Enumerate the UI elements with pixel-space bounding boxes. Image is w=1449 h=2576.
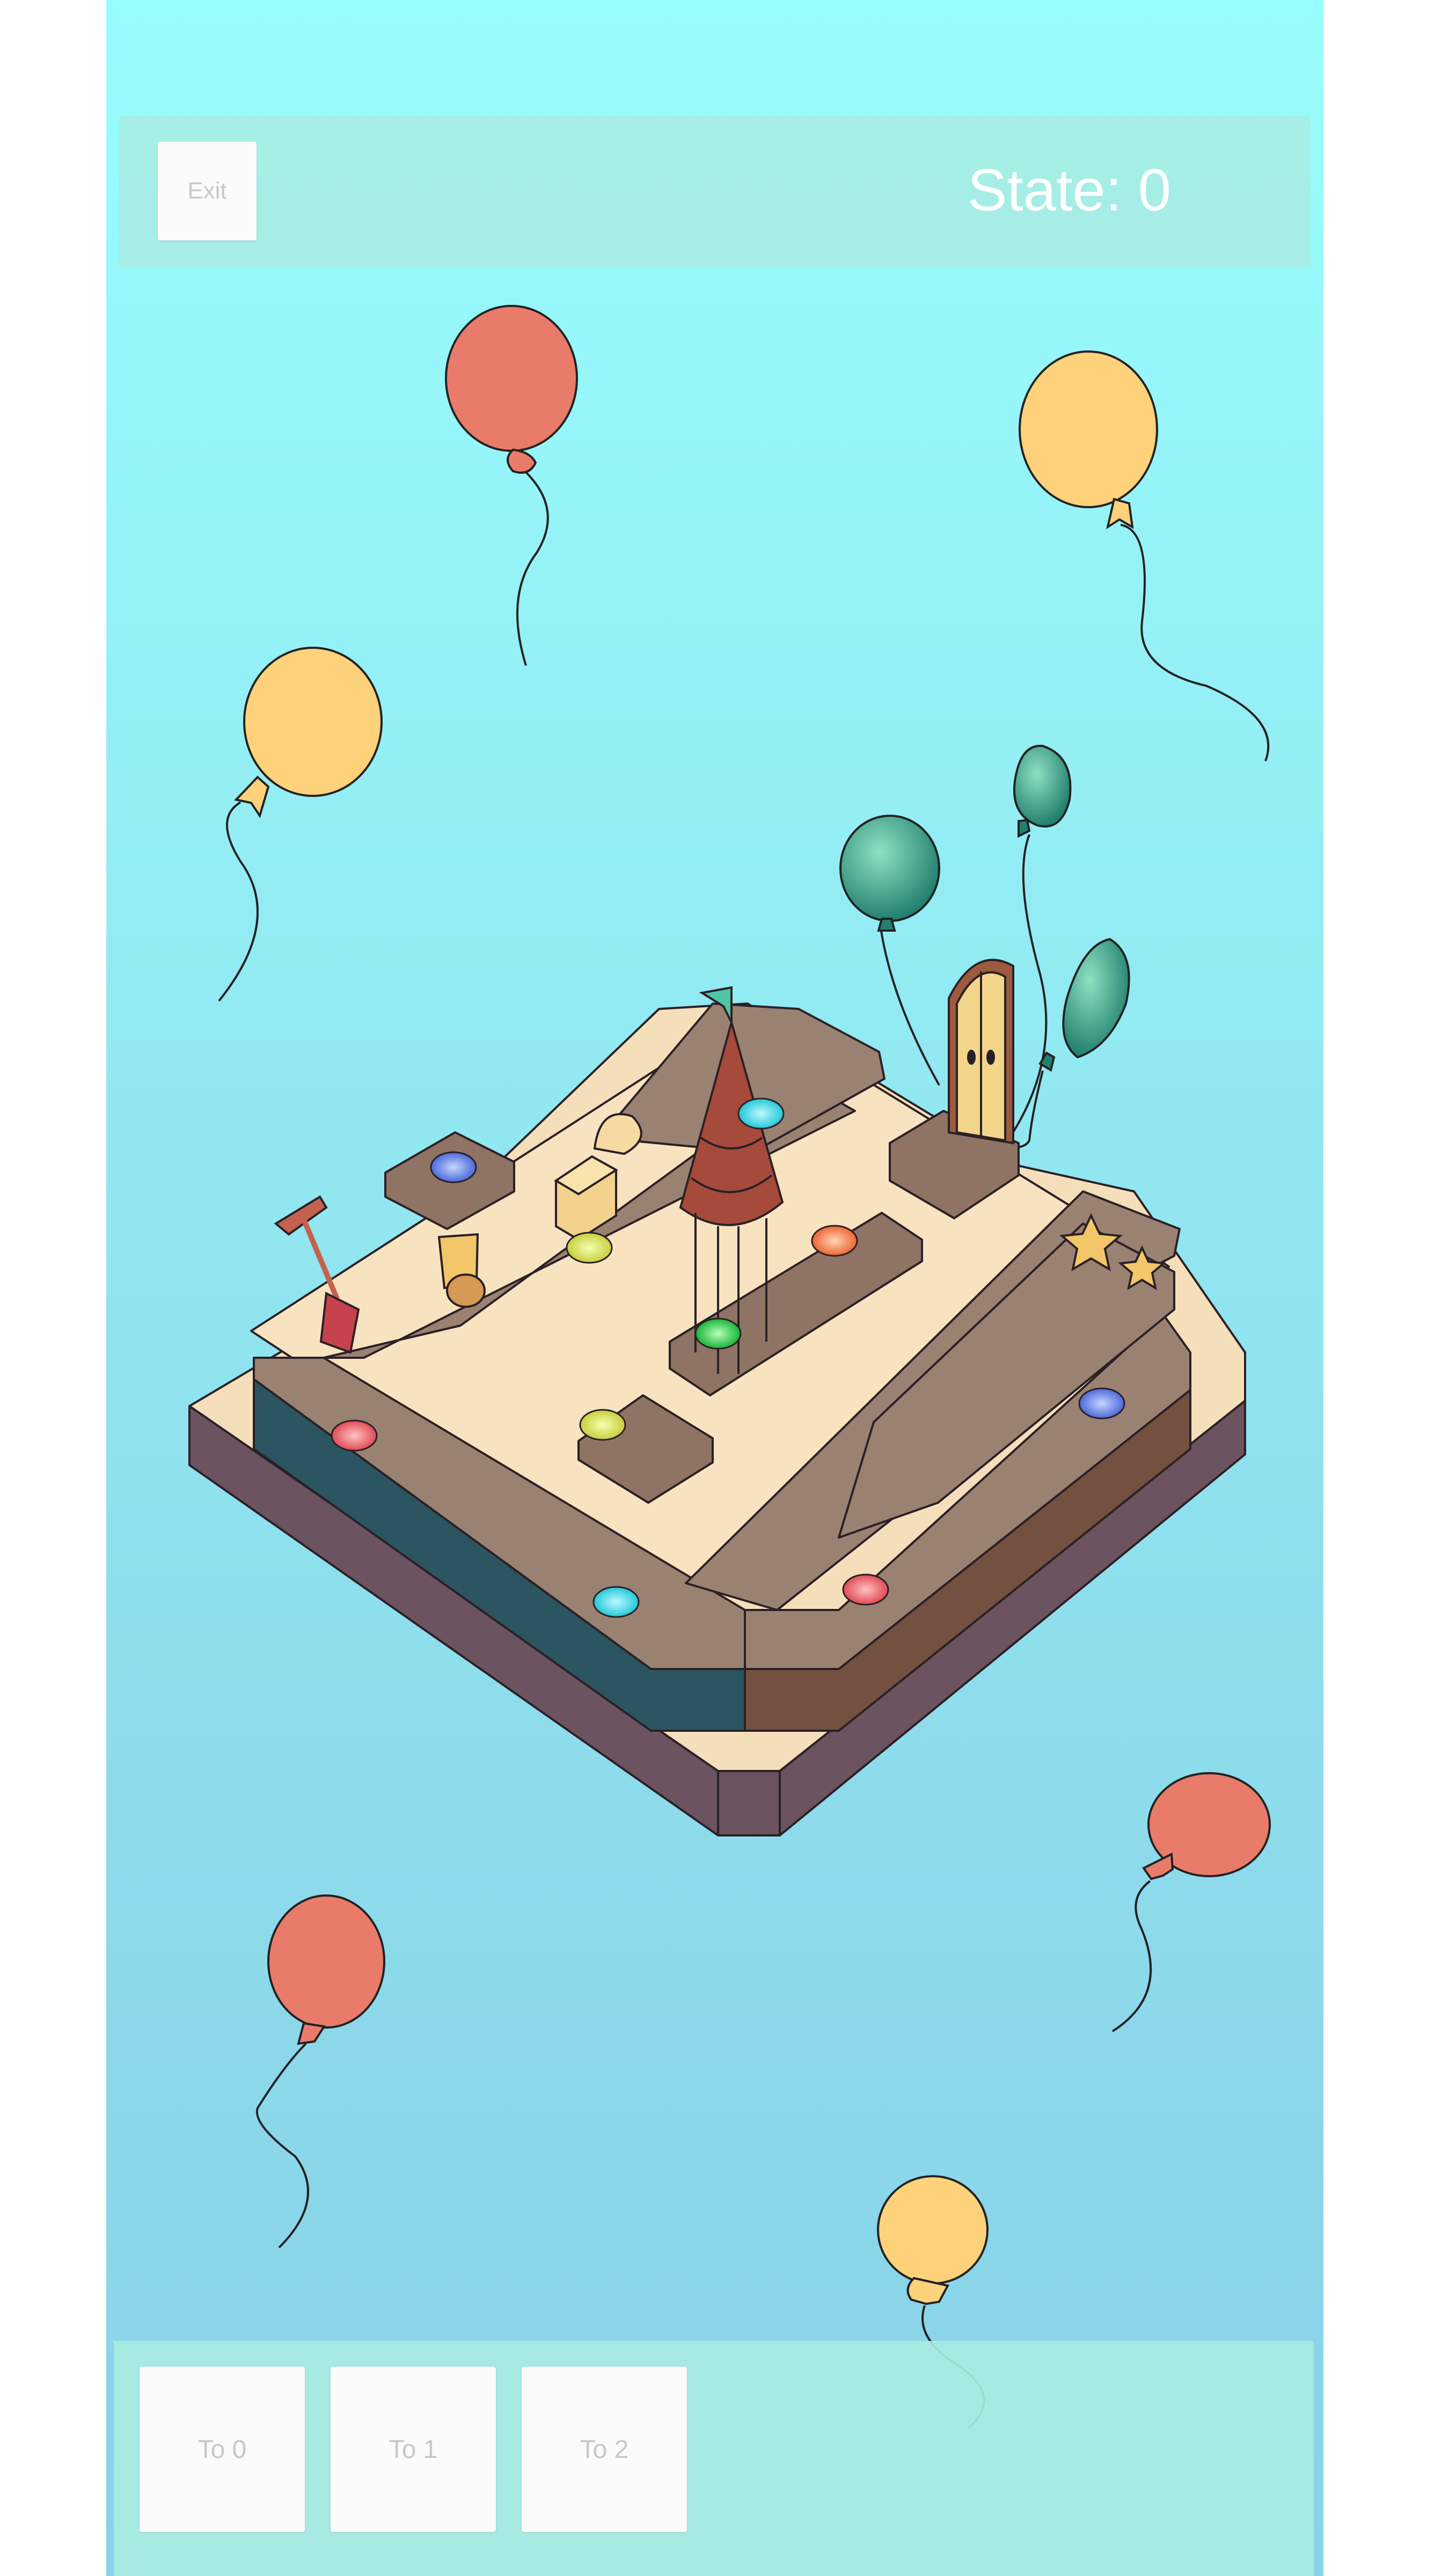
bottom-bar: To 0 To 1 To 2 bbox=[114, 2341, 1314, 2576]
to-1-button[interactable]: To 1 bbox=[331, 2367, 496, 2532]
exit-button[interactable]: Exit bbox=[158, 142, 257, 240]
red-balloon-icon bbox=[1111, 1772, 1271, 2032]
top-bar: Exit State: 0 bbox=[119, 116, 1311, 267]
state-label: State: 0 bbox=[967, 157, 1171, 223]
yellow-balloon-icon bbox=[218, 647, 383, 1002]
to-2-button[interactable]: To 2 bbox=[522, 2367, 687, 2532]
right-margin bbox=[1323, 0, 1449, 2576]
door-icon[interactable] bbox=[948, 958, 1014, 1145]
game-viewport[interactable]: Exit State: 0 To 0 To 1 To 2 bbox=[106, 0, 1323, 2576]
red-balloon-icon bbox=[445, 305, 578, 666]
green-balloon-icon bbox=[997, 938, 1130, 1149]
yellow-balloon-icon bbox=[1019, 350, 1270, 762]
red-balloon-icon bbox=[255, 1894, 385, 2249]
left-margin bbox=[0, 0, 106, 2576]
game-scene[interactable] bbox=[106, 0, 1323, 2576]
to-0-button[interactable]: To 0 bbox=[140, 2367, 305, 2532]
